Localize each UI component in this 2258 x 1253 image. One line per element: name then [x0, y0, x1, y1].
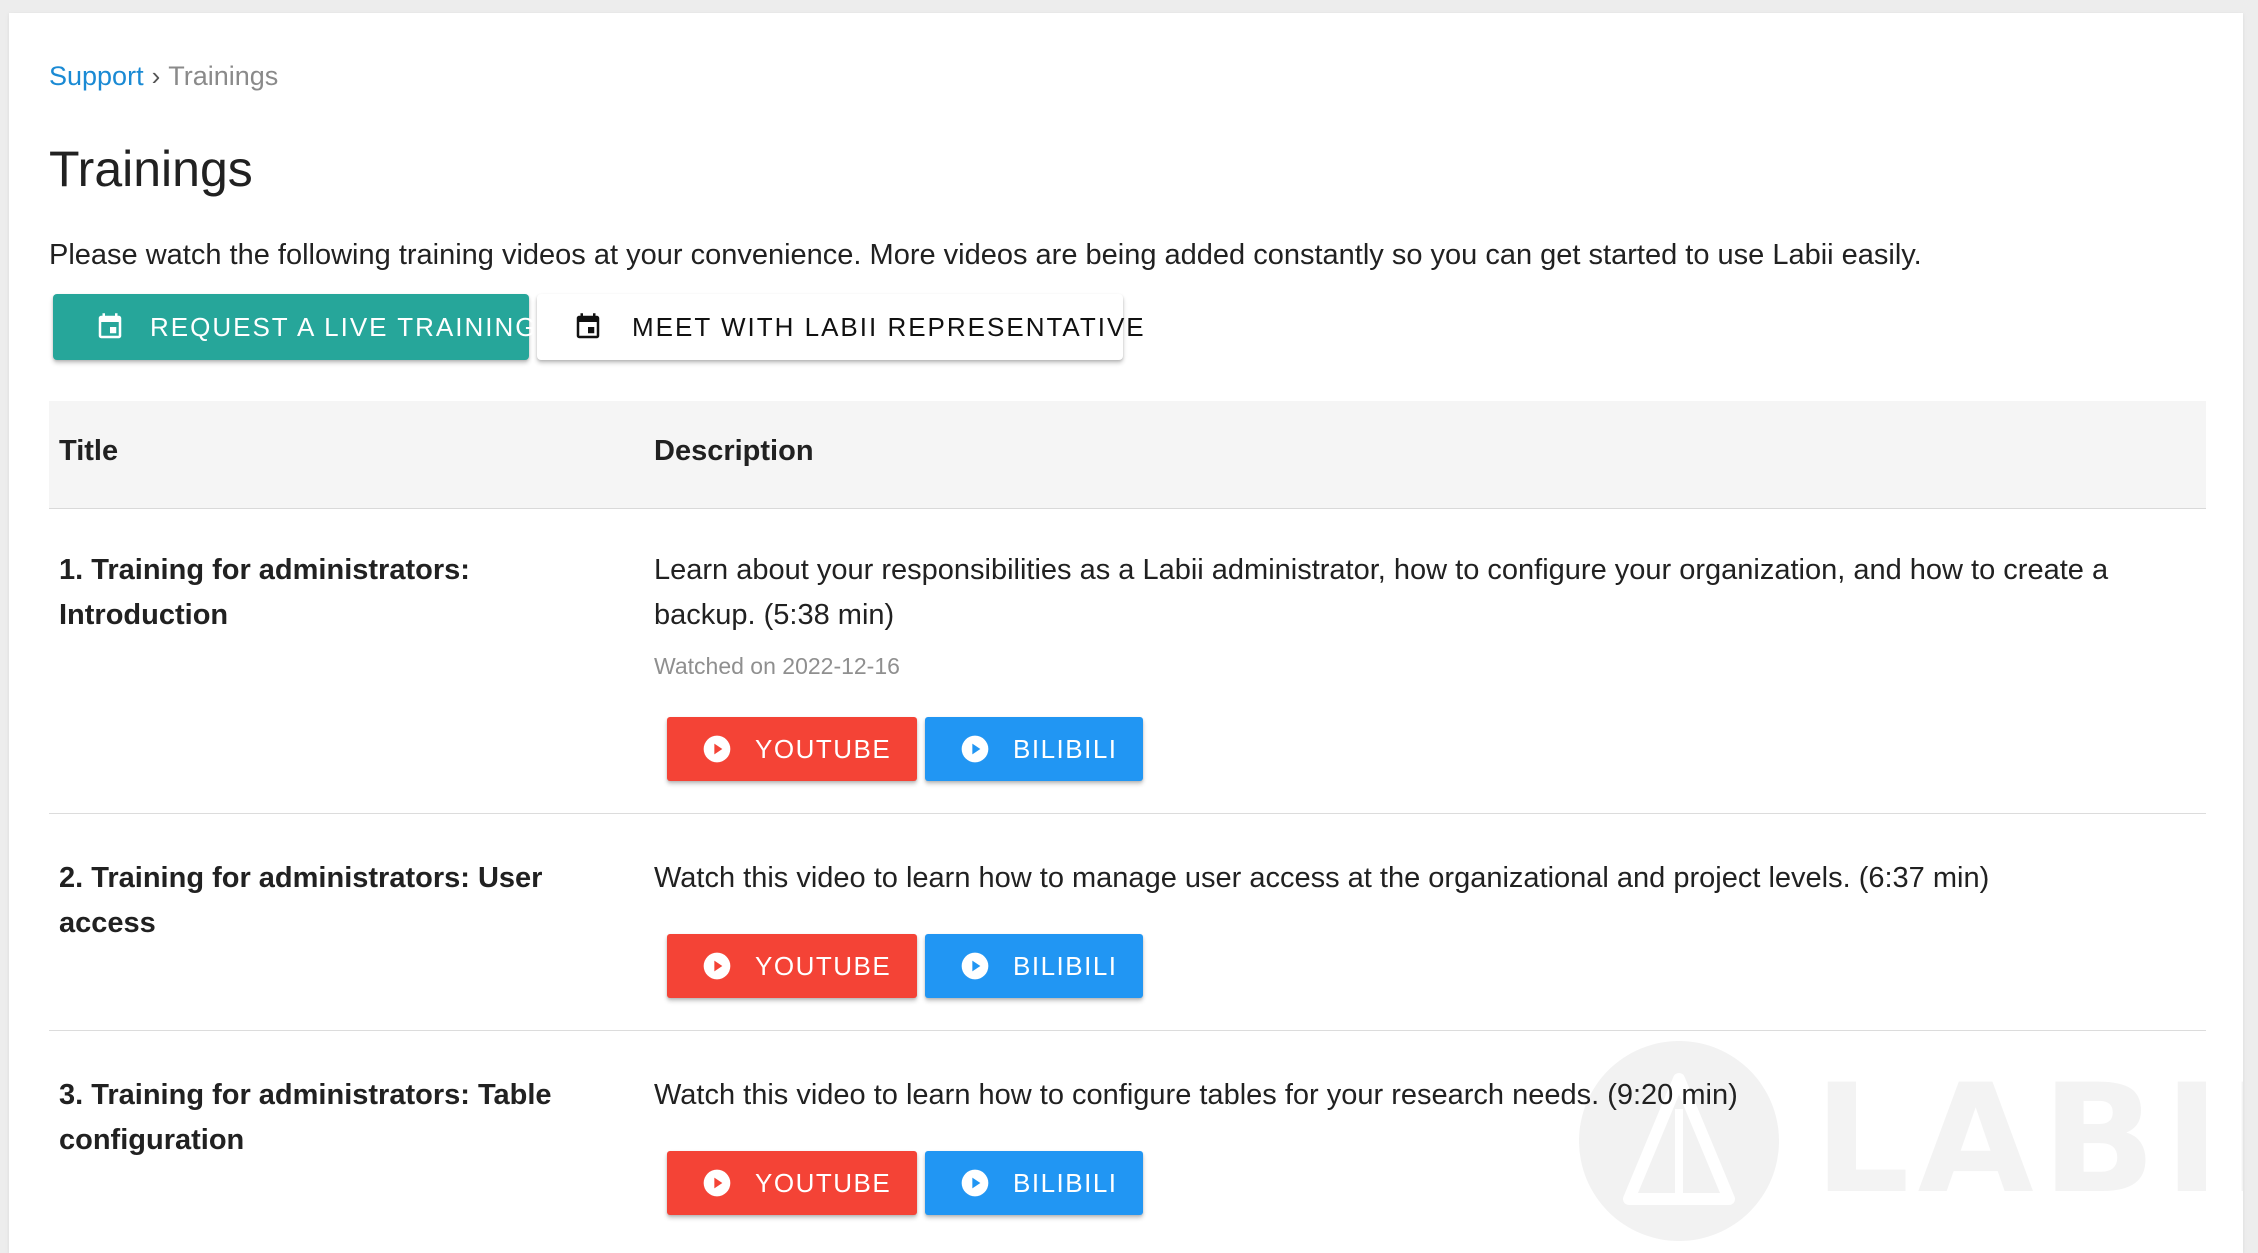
calendar-icon — [576, 313, 600, 339]
meet-representative-button[interactable]: MEET WITH LABII REPRESENTATIVE — [537, 294, 1144, 360]
youtube-label: YOUTUBE — [755, 733, 892, 764]
play-circle-icon — [961, 1169, 989, 1197]
bilibili-label: BILIBILI — [1013, 733, 1118, 764]
bilibili-label: BILIBILI — [1013, 950, 1118, 981]
play-circle-icon — [703, 735, 731, 763]
youtube-button[interactable]: YOUTUBE — [667, 1151, 917, 1215]
training-title: 1. Training for administrators: Introduc… — [59, 554, 470, 631]
column-header-description: Description — [654, 435, 814, 467]
bilibili-button[interactable]: BILIBILI — [925, 1151, 1143, 1215]
play-circle-icon — [961, 952, 989, 980]
page-intro: Please watch the following training vide… — [49, 239, 1922, 271]
breadcrumb-separator: › — [151, 61, 161, 91]
breadcrumb-link-support[interactable]: Support — [49, 61, 144, 91]
training-description: Watch this video to learn how to configu… — [654, 1079, 1738, 1111]
youtube-label: YOUTUBE — [755, 950, 892, 981]
breadcrumb-current: Trainings — [168, 61, 279, 91]
youtube-button[interactable]: YOUTUBE — [667, 717, 917, 781]
youtube-button[interactable]: YOUTUBE — [667, 934, 917, 998]
column-header-title: Title — [59, 435, 119, 467]
play-circle-icon — [703, 1169, 731, 1197]
training-description: Learn about your responsibilities as a L… — [654, 554, 2109, 631]
row-divider — [49, 1030, 2206, 1031]
content-card: Support › Trainings Trainings Please watch… — [9, 13, 2243, 1253]
row-divider — [49, 813, 2206, 814]
request-live-training-label: REQUEST A LIVE TRAINING — [150, 311, 538, 342]
play-circle-icon — [703, 952, 731, 980]
training-description: Watch this video to learn how to manage … — [654, 862, 1990, 894]
youtube-label: YOUTUBE — [755, 1167, 892, 1198]
training-title: 2. Training for administrators: User acc… — [59, 862, 543, 939]
play-circle-icon — [961, 735, 989, 763]
calendar-icon — [98, 313, 122, 339]
request-live-training-button[interactable]: REQUEST A LIVE TRAINING — [53, 294, 535, 360]
bilibili-button[interactable]: BILIBILI — [925, 717, 1143, 781]
training-title: 3. Training for administrators: Table co… — [59, 1079, 552, 1156]
labii-watermark-logo: LABII — [1579, 1041, 2243, 1241]
table-header: Title Description — [49, 401, 2206, 509]
breadcrumb: Support › Trainings — [49, 59, 278, 93]
meet-representative-label: MEET WITH LABII REPRESENTATIVE — [632, 311, 1146, 342]
page-title: Trainings — [49, 141, 253, 197]
watched-date: Watched on 2022-12-16 — [654, 653, 900, 679]
bilibili-label: BILIBILI — [1013, 1167, 1118, 1198]
bilibili-button[interactable]: BILIBILI — [925, 934, 1143, 998]
